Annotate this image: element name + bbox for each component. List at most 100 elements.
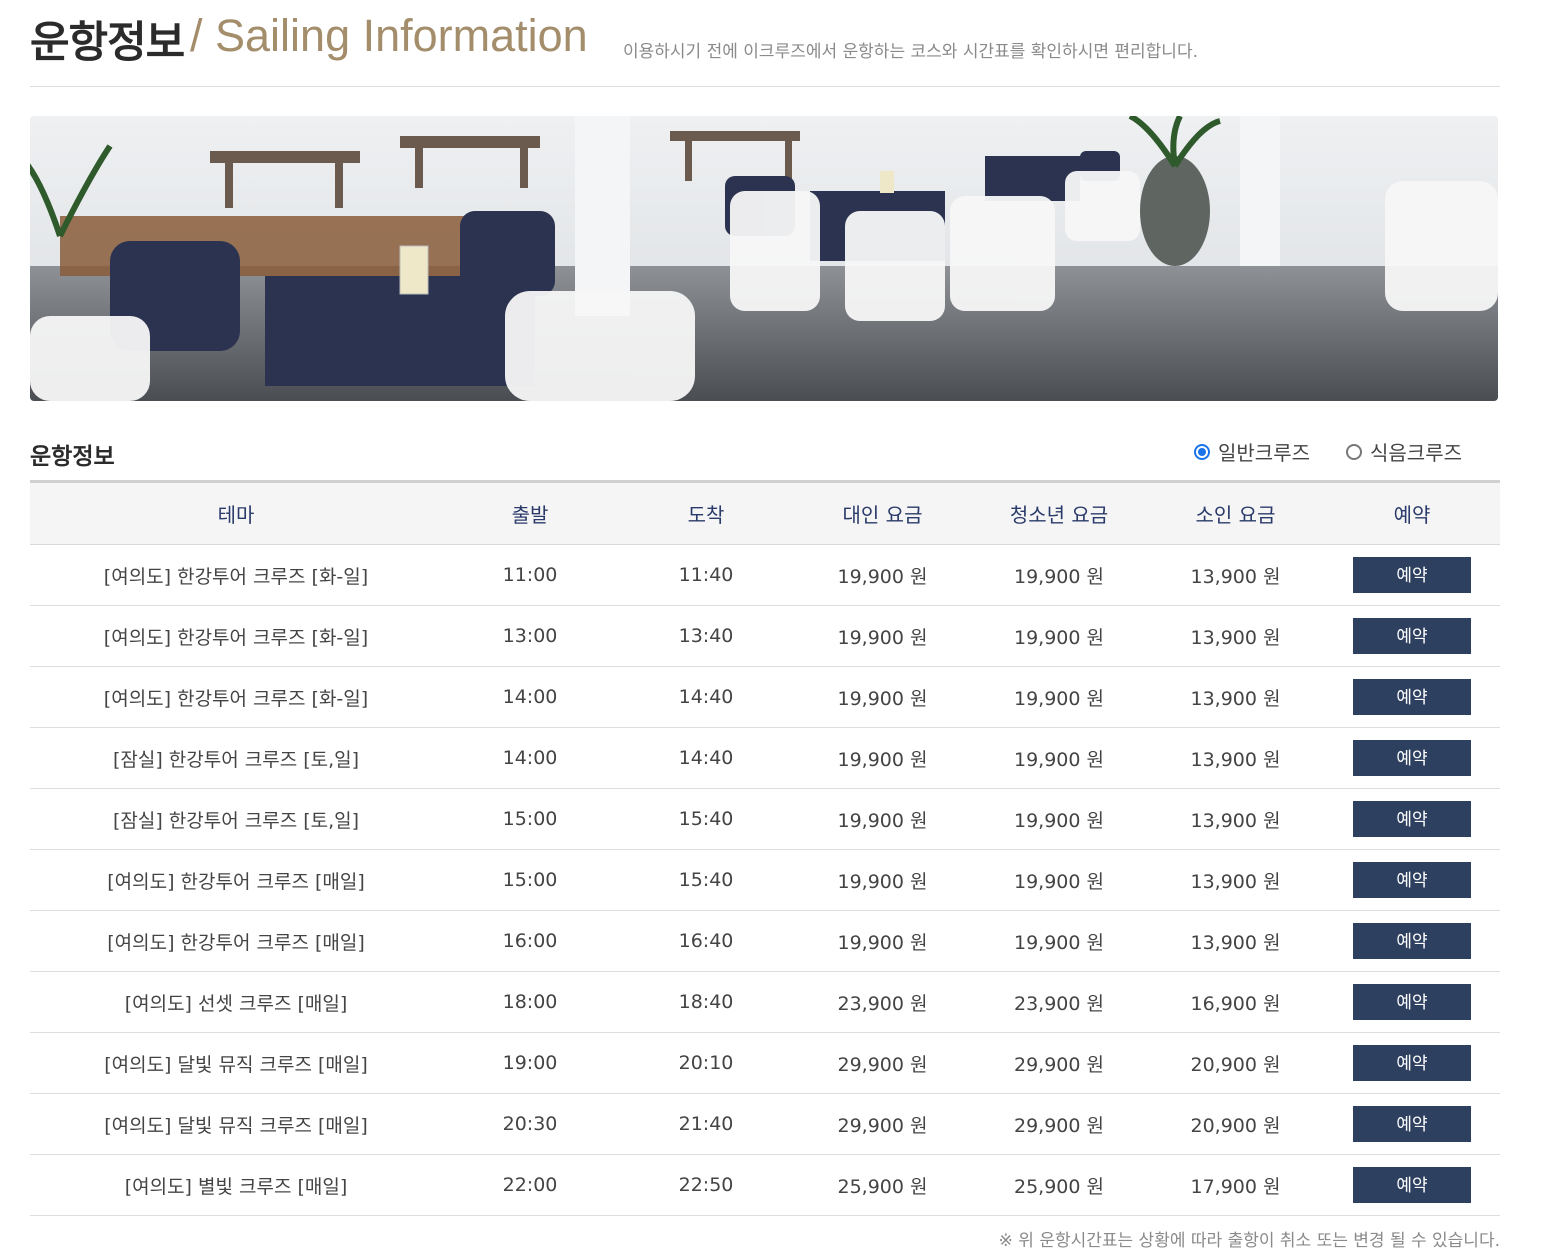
- col-header-adult-fare: 대인 요금: [794, 480, 971, 545]
- col-header-youth-fare: 청소년 요금: [971, 480, 1147, 545]
- cell-reserve: 예약: [1324, 727, 1500, 789]
- col-header-depart: 출발: [442, 480, 618, 545]
- radio-label-dining: 식음크루즈: [1370, 441, 1462, 465]
- schedule-footnote: ※ 위 운항시간표는 상황에 따라 출항이 취소 또는 변경 될 수 있습니다.: [998, 1231, 1500, 1251]
- cell-youth-fare: 29,900 원: [971, 1032, 1147, 1094]
- table-row: [여의도] 한강투어 크루즈 [매일] 15:00 15:40 19,900 원 19,…: [30, 849, 1500, 911]
- cell-arrive: 13:40: [618, 605, 794, 667]
- cell-depart: 13:00: [442, 605, 618, 667]
- cell-youth-fare: 19,900 원: [971, 605, 1147, 667]
- table-row: [여의도] 별빛 크루즈 [매일] 22:00 22:50 25,900 원 25,90…: [30, 1154, 1500, 1216]
- cell-arrive: 14:40: [618, 727, 794, 789]
- radio-selected-icon[interactable]: [1194, 443, 1210, 460]
- cell-theme: [여의도] 달빛 뮤직 크루즈 [매일]: [30, 1032, 442, 1094]
- cell-youth-fare: 19,900 원: [971, 849, 1147, 911]
- cell-theme: [잠실] 한강투어 크루즈 [토,일]: [30, 788, 442, 850]
- schedule-table-body: [여의도] 한강투어 크루즈 [화-일] 11:00 11:40 19,900 원 19…: [30, 544, 1500, 1216]
- cell-adult-fare: 23,900 원: [794, 971, 971, 1033]
- cell-child-fare: 13,900 원: [1147, 910, 1324, 972]
- cell-depart: 14:00: [442, 727, 618, 789]
- cell-adult-fare: 19,900 원: [794, 910, 971, 972]
- cell-child-fare: 13,900 원: [1147, 605, 1324, 667]
- radio-general-cruise[interactable]: 일반크루즈: [1194, 437, 1310, 466]
- cell-reserve: 예약: [1324, 666, 1500, 728]
- cell-child-fare: 13,900 원: [1147, 544, 1324, 606]
- cruise-deck-illustration: [30, 116, 1498, 401]
- cell-reserve: 예약: [1324, 910, 1500, 972]
- cell-depart: 22:00: [442, 1154, 618, 1216]
- cell-depart: 20:30: [442, 1093, 618, 1155]
- reserve-button[interactable]: 예약: [1353, 557, 1471, 593]
- page-title-english: / Sailing Information: [190, 10, 588, 61]
- cell-arrive: 15:40: [618, 849, 794, 911]
- reserve-button[interactable]: 예약: [1353, 923, 1471, 959]
- radio-label-general: 일반크루즈: [1218, 441, 1310, 465]
- cell-child-fare: 13,900 원: [1147, 727, 1324, 789]
- col-header-theme: 테마: [30, 480, 442, 545]
- reserve-button[interactable]: 예약: [1353, 862, 1471, 898]
- cell-theme: [여의도] 한강투어 크루즈 [매일]: [30, 910, 442, 972]
- cell-arrive: 15:40: [618, 788, 794, 850]
- cell-adult-fare: 29,900 원: [794, 1093, 971, 1155]
- reserve-button[interactable]: 예약: [1353, 1106, 1471, 1142]
- cell-depart: 11:00: [442, 544, 618, 606]
- cell-depart: 16:00: [442, 910, 618, 972]
- cell-theme: [여의도] 한강투어 크루즈 [화-일]: [30, 666, 442, 728]
- reserve-button[interactable]: 예약: [1353, 618, 1471, 654]
- cell-youth-fare: 19,900 원: [971, 910, 1147, 972]
- cell-adult-fare: 19,900 원: [794, 849, 971, 911]
- cell-adult-fare: 19,900 원: [794, 788, 971, 850]
- table-header-row: 테마 출발 도착 대인 요금 청소년 요금 소인 요금 예약: [30, 480, 1500, 545]
- cell-youth-fare: 23,900 원: [971, 971, 1147, 1033]
- cell-arrive: 21:40: [618, 1093, 794, 1155]
- cell-reserve: 예약: [1324, 849, 1500, 911]
- cell-theme: [잠실] 한강투어 크루즈 [토,일]: [30, 727, 442, 789]
- cell-child-fare: 13,900 원: [1147, 666, 1324, 728]
- banner-image: [30, 116, 1498, 401]
- cell-depart: 15:00: [442, 849, 618, 911]
- cell-youth-fare: 19,900 원: [971, 544, 1147, 606]
- cell-reserve: 예약: [1324, 605, 1500, 667]
- cell-depart: 19:00: [442, 1032, 618, 1094]
- table-row: [여의도] 달빛 뮤직 크루즈 [매일] 20:30 21:40 29,900 원 29…: [30, 1093, 1500, 1155]
- cell-arrive: 11:40: [618, 544, 794, 606]
- reserve-button[interactable]: 예약: [1353, 679, 1471, 715]
- cell-theme: [여의도] 달빛 뮤직 크루즈 [매일]: [30, 1093, 442, 1155]
- cell-arrive: 16:40: [618, 910, 794, 972]
- cell-arrive: 14:40: [618, 666, 794, 728]
- col-header-arrive: 도착: [618, 480, 794, 545]
- cell-child-fare: 20,900 원: [1147, 1093, 1324, 1155]
- table-row: [여의도] 한강투어 크루즈 [화-일] 14:00 14:40 19,900 원 19…: [30, 666, 1500, 728]
- cell-theme: [여의도] 선셋 크루즈 [매일]: [30, 971, 442, 1033]
- cell-adult-fare: 25,900 원: [794, 1154, 971, 1216]
- table-row: [잠실] 한강투어 크루즈 [토,일] 14:00 14:40 19,900 원 19,…: [30, 727, 1500, 789]
- cell-youth-fare: 19,900 원: [971, 727, 1147, 789]
- reserve-button[interactable]: 예약: [1353, 801, 1471, 837]
- cell-youth-fare: 29,900 원: [971, 1093, 1147, 1155]
- cell-child-fare: 20,900 원: [1147, 1032, 1324, 1094]
- cell-depart: 15:00: [442, 788, 618, 850]
- cruise-type-radio-group: 일반크루즈 식음크루즈: [1194, 437, 1462, 466]
- radio-dining-cruise[interactable]: 식음크루즈: [1346, 437, 1462, 466]
- cell-youth-fare: 19,900 원: [971, 666, 1147, 728]
- cell-arrive: 22:50: [618, 1154, 794, 1216]
- cell-reserve: 예약: [1324, 544, 1500, 606]
- reserve-button[interactable]: 예약: [1353, 1167, 1471, 1203]
- reserve-button[interactable]: 예약: [1353, 740, 1471, 776]
- cell-reserve: 예약: [1324, 1032, 1500, 1094]
- cell-depart: 14:00: [442, 666, 618, 728]
- cell-child-fare: 17,900 원: [1147, 1154, 1324, 1216]
- cell-arrive: 18:40: [618, 971, 794, 1033]
- cell-reserve: 예약: [1324, 788, 1500, 850]
- reserve-button[interactable]: 예약: [1353, 984, 1471, 1020]
- col-header-reserve: 예약: [1324, 480, 1500, 545]
- reserve-button[interactable]: 예약: [1353, 1045, 1471, 1081]
- radio-unselected-icon[interactable]: [1346, 443, 1362, 460]
- cell-youth-fare: 19,900 원: [971, 788, 1147, 850]
- cell-theme: [여의도] 한강투어 크루즈 [화-일]: [30, 605, 442, 667]
- table-row: [여의도] 한강투어 크루즈 [매일] 16:00 16:40 19,900 원 19,…: [30, 910, 1500, 972]
- table-row: [여의도] 달빛 뮤직 크루즈 [매일] 19:00 20:10 29,900 원 29…: [30, 1032, 1500, 1094]
- schedule-table: 테마 출발 도착 대인 요금 청소년 요금 소인 요금 예약 [여의도] 한강투…: [30, 480, 1500, 1216]
- page-header: 운항정보 / Sailing Information 이용하시기 전에 이크루즈…: [30, 0, 1500, 87]
- col-header-child-fare: 소인 요금: [1147, 480, 1324, 545]
